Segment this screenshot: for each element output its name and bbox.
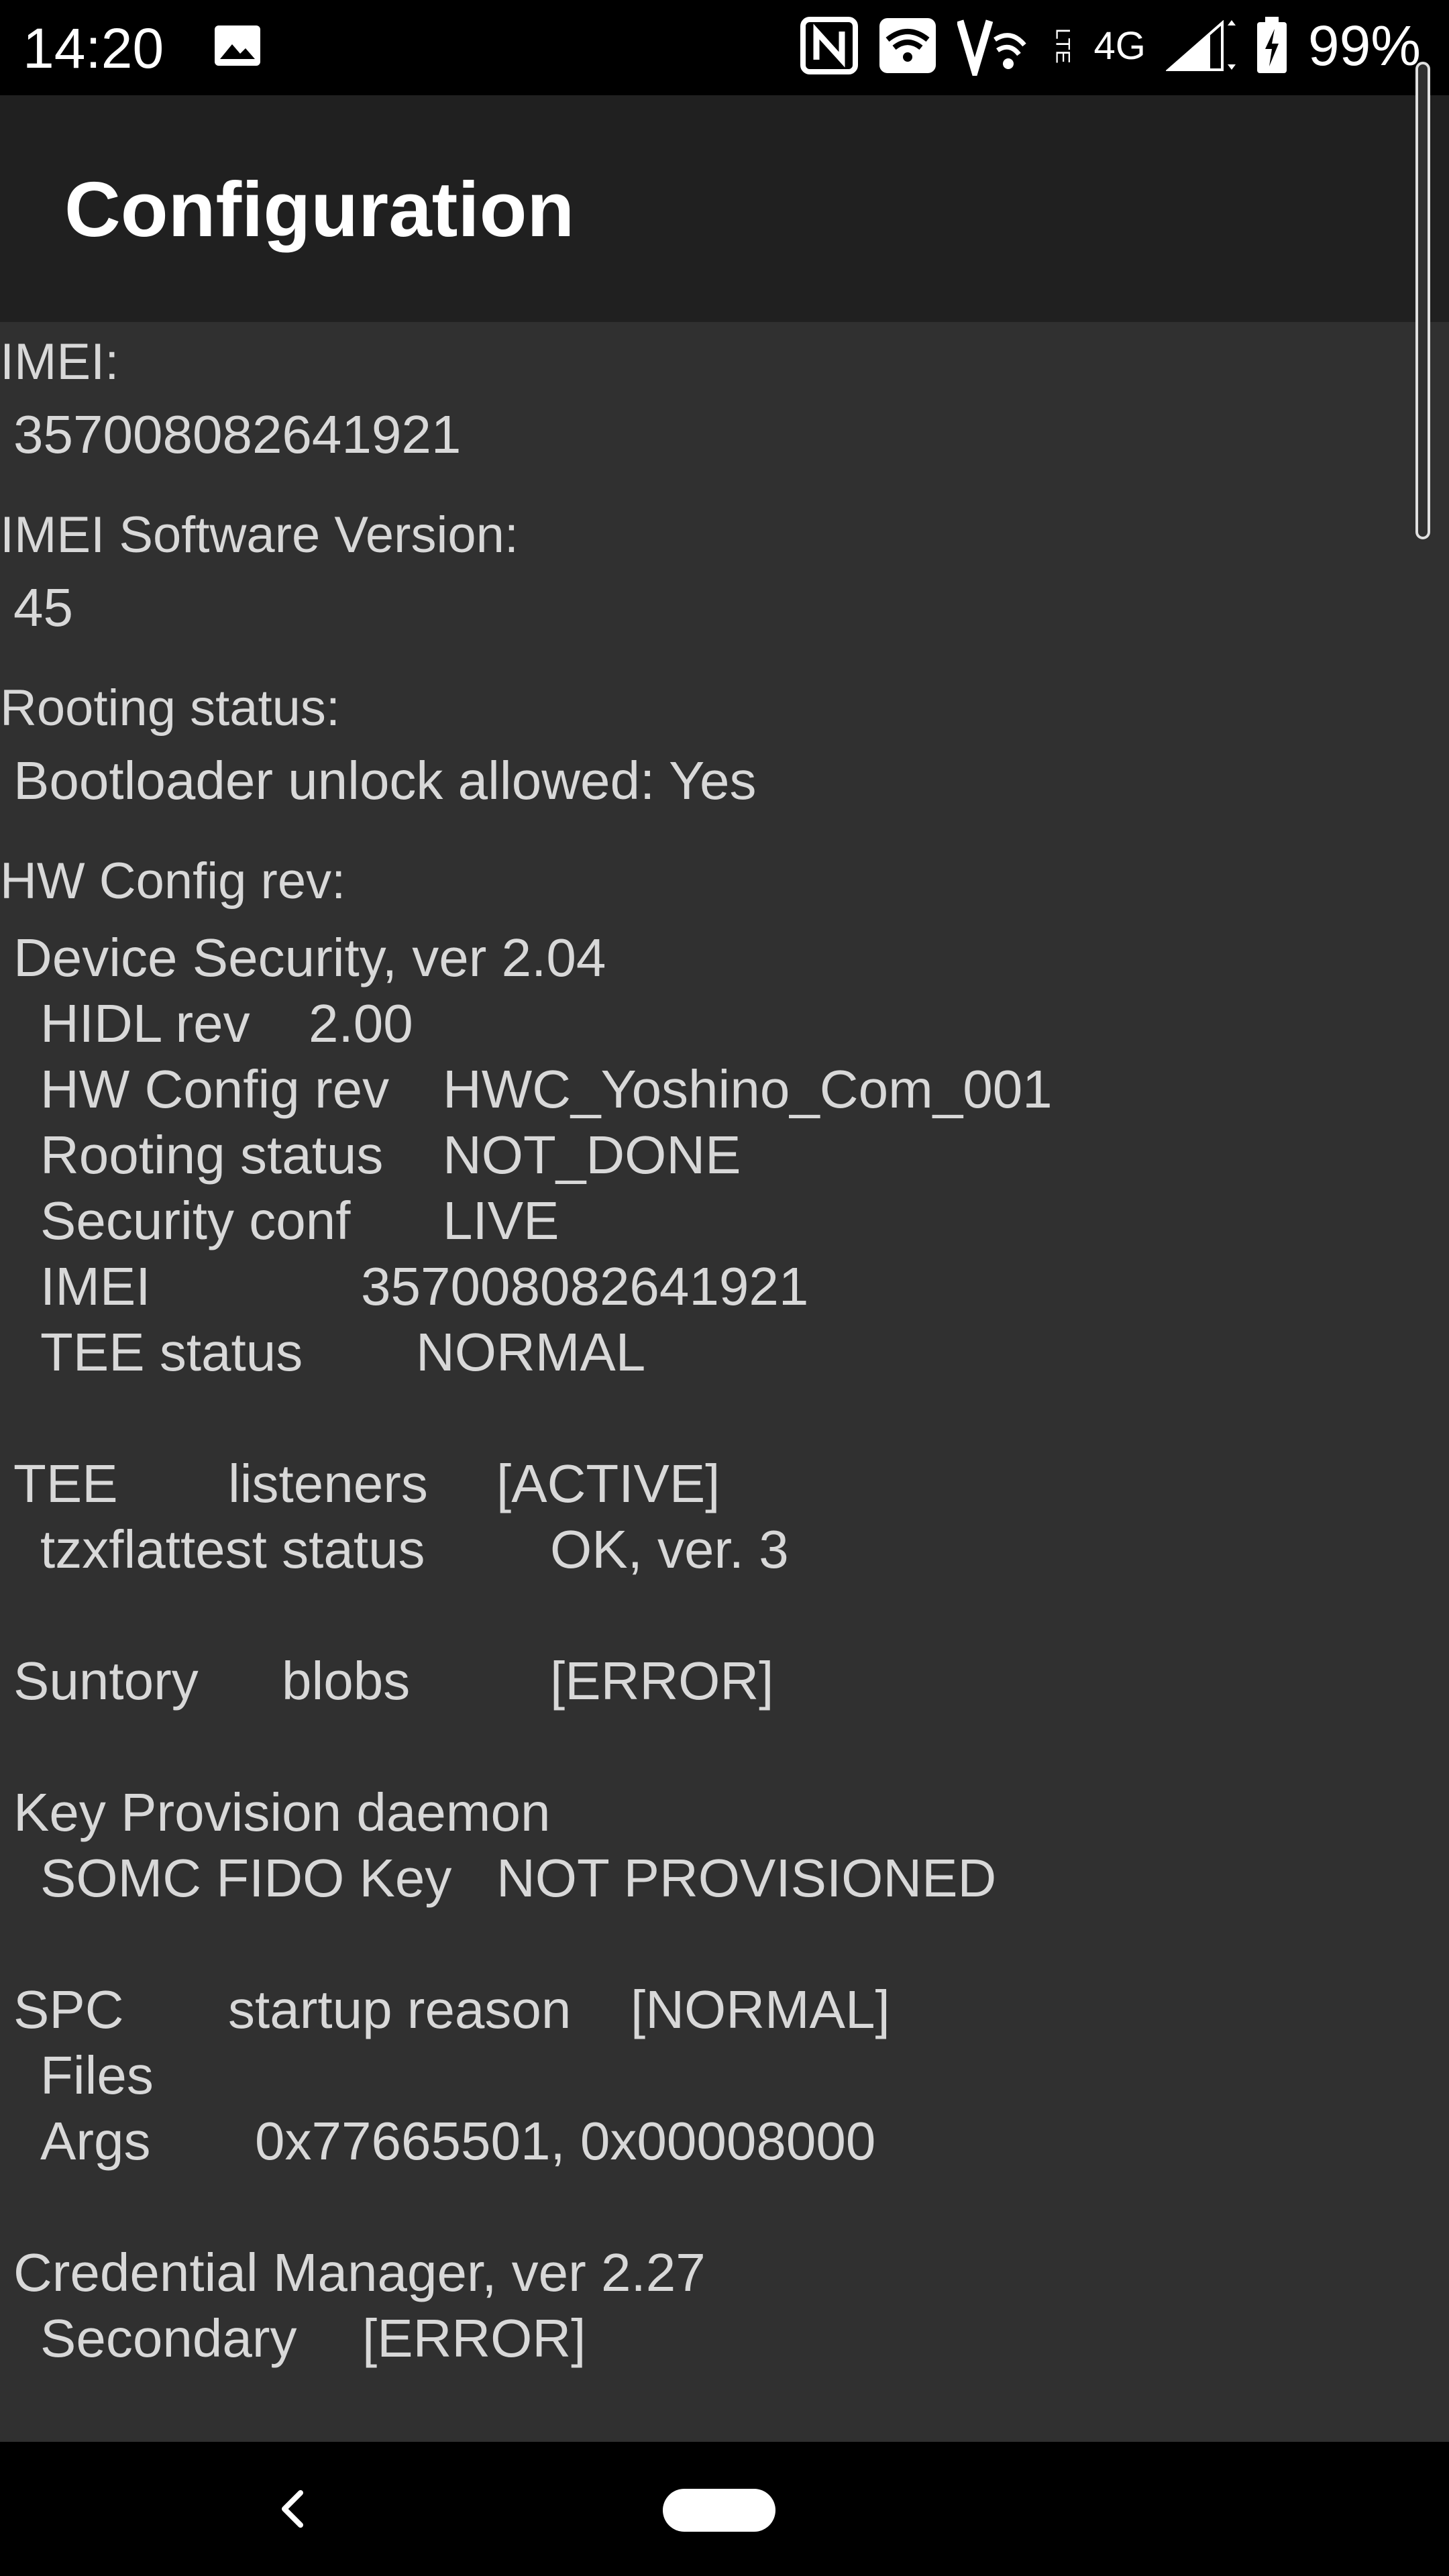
imei-detail-value: 357008082641921: [361, 1256, 809, 1316]
nfc-icon: [800, 17, 858, 74]
somc-fido-key: SOMC FIDO Key: [40, 1848, 452, 1908]
imei-label: IMEI:: [0, 333, 119, 390]
hw-config-label: HW Config rev:: [0, 853, 346, 910]
somc-fido-value: NOT PROVISIONED: [496, 1848, 997, 1908]
status-icons: LTE 4G 99%: [800, 12, 1421, 79]
args-value: 0x77665501, 0x00008000: [255, 2111, 876, 2171]
imei-software-version-value: 45: [13, 578, 73, 637]
back-chevron-icon: [282, 2490, 303, 2528]
lte-label: LTE: [1051, 28, 1074, 64]
spc-status: [NORMAL]: [631, 1980, 890, 2039]
home-button[interactable]: [663, 2489, 775, 2532]
rooting-status-label: Rooting status:: [0, 680, 340, 737]
signal-icon: [1165, 20, 1236, 71]
network-type: 4G: [1093, 23, 1146, 68]
security-conf-value: LIVE: [443, 1191, 559, 1250]
battery-percent: 99%: [1307, 13, 1421, 77]
spc-startup-reason: startup reason: [228, 1980, 572, 2039]
gallery-icon: [213, 24, 262, 67]
tee-status-value: NORMAL: [416, 1322, 646, 1382]
hidl-rev-key: HIDL rev: [40, 994, 250, 1053]
tee-listeners-status: [ACTIVE]: [496, 1454, 720, 1513]
hw-config-rev-value: HWC_Yoshino_Com_001: [443, 1059, 1053, 1119]
files-label: Files: [40, 2045, 154, 2105]
suntory-blobs: blobs: [282, 1651, 411, 1711]
hidl-rev-value: 2.00: [309, 994, 413, 1053]
suntory-name: Suntory: [13, 1651, 199, 1711]
back-button[interactable]: [272, 2487, 315, 2530]
navigation-bar: [0, 2442, 1449, 2576]
spc-name: SPC: [13, 1980, 124, 2039]
rooting-status-detail: NOT_DONE: [443, 1125, 741, 1185]
wifi-icon: [878, 17, 937, 74]
tzxflattest-key: tzxflattest status: [40, 1519, 425, 1579]
hw-config-rev-key: HW Config rev: [40, 1059, 390, 1119]
key-provision-daemon: Key Provision daemon: [13, 1782, 551, 1842]
secondary-key: Secondary: [40, 2308, 297, 2368]
security-conf-key: Security conf: [40, 1191, 351, 1250]
battery-charging-icon: [1256, 17, 1288, 74]
imei-key: IMEI: [40, 1256, 151, 1316]
tee-name: TEE: [13, 1454, 118, 1513]
app-bar: Configuration: [0, 95, 1449, 322]
rooting-status-key: Rooting status: [40, 1125, 384, 1185]
suntory-status: [ERROR]: [550, 1651, 774, 1711]
credential-manager-line: Credential Manager, ver 2.27: [13, 2243, 706, 2302]
device-security-line: Device Security, ver 2.04: [13, 928, 606, 987]
page-title: Configuration: [64, 166, 575, 253]
scrollbar[interactable]: [1415, 62, 1430, 539]
args-key: Args: [40, 2111, 151, 2171]
rooting-status-value: Bootloader unlock allowed: Yes: [13, 751, 757, 810]
imei-value: 357008082641921: [13, 405, 462, 464]
tee-status-key: TEE status: [40, 1322, 303, 1382]
tee-listeners: listeners: [228, 1454, 428, 1513]
secondary-value: [ERROR]: [362, 2308, 586, 2368]
status-time: 14:20: [23, 17, 164, 80]
volte-icon: [957, 15, 1031, 76]
tzxflattest-value: OK, ver. 3: [550, 1519, 789, 1579]
imei-software-version-label: IMEI Software Version:: [0, 506, 519, 564]
status-bar: 14:20 LTE 4G 99%: [0, 0, 1449, 95]
